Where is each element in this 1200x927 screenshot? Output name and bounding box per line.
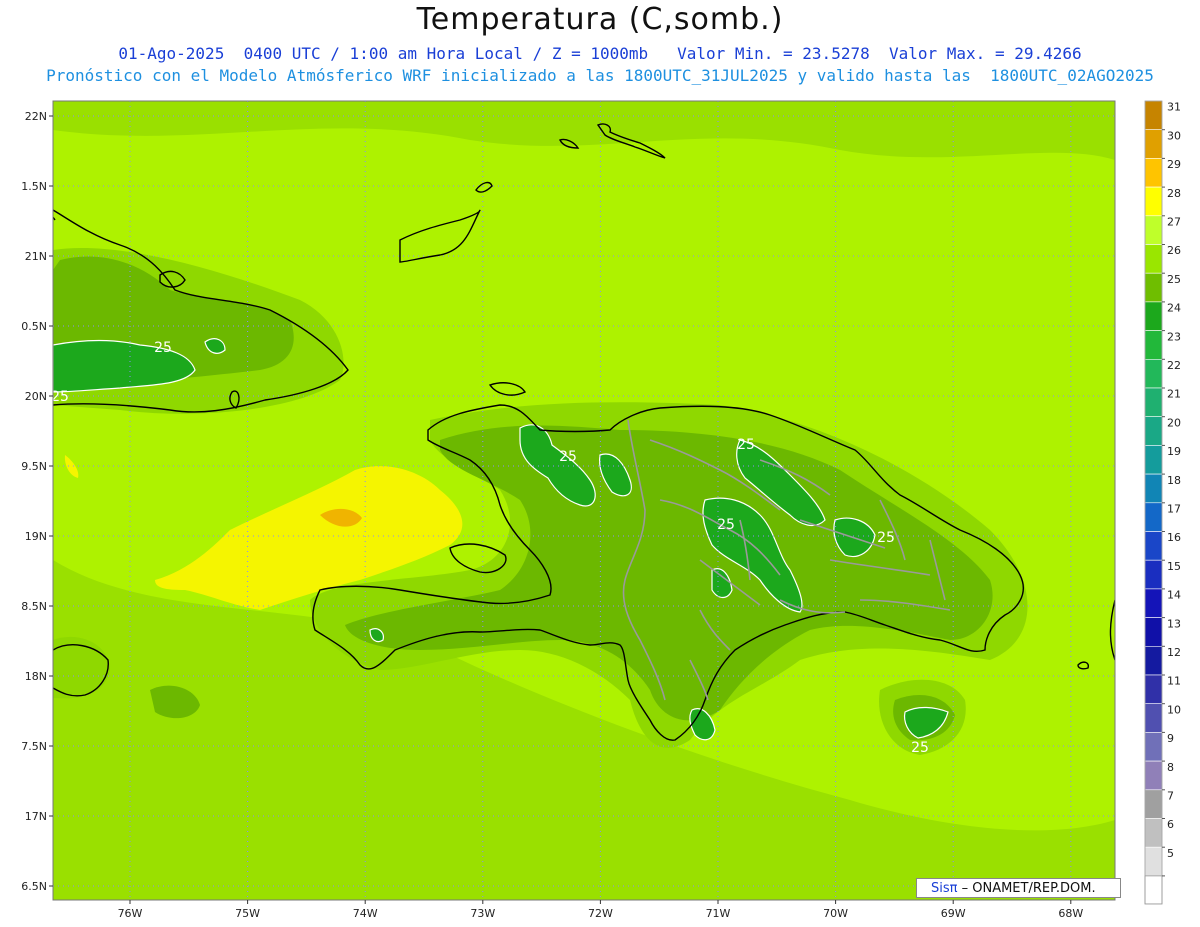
colorbar-label: 8 [1167, 761, 1174, 774]
lat-tick-label: 19N [25, 530, 47, 543]
colorbar-label: 30 [1167, 129, 1181, 142]
contour-label: 25 [877, 530, 895, 546]
colorbar-label: 31 [1167, 101, 1181, 114]
lon-tick-label: 74W [353, 907, 378, 920]
lat-tick-label: 6.5N [21, 880, 47, 893]
colorbar-swatch [1144, 473, 1163, 504]
lon-tick-label: 68W [1058, 907, 1083, 920]
colorbar-swatch [1144, 617, 1163, 647]
colorbar-swatch [1144, 100, 1163, 131]
lat-tick-label: 9.5N [21, 460, 47, 473]
colorbar-label: 9 [1167, 732, 1174, 745]
credit-text: – ONAMET/REP.DOM. [961, 881, 1096, 896]
contour-label: 25 [154, 340, 172, 356]
colorbar-swatch [1144, 760, 1163, 791]
colorbar-label: 11 [1167, 675, 1181, 688]
colorbar-swatch [1144, 588, 1163, 618]
sispi-logo: Sisπ [931, 881, 958, 896]
colorbar-swatch [1144, 272, 1163, 303]
lat-tick-label: 17N [25, 810, 47, 823]
colorbar-label: 15 [1167, 560, 1181, 573]
lat-tick-label: 21N [25, 250, 47, 263]
lat-tick-label: 1.5N [21, 180, 47, 193]
colorbar-label: 13 [1167, 617, 1181, 630]
credit-box: Sisπ – ONAMET/REP.DOM. [916, 878, 1121, 898]
colorbar-swatch [1144, 186, 1163, 217]
colorbar-swatch [1144, 674, 1163, 705]
contour-label: 25 [737, 437, 755, 453]
colorbar-label: 14 [1167, 589, 1181, 602]
lat-tick-label: 0.5N [21, 320, 47, 333]
colorbar-swatch [1144, 732, 1163, 762]
colorbar-swatch [1144, 129, 1163, 159]
coast-cuba-north [53, 216, 56, 221]
lon-tick-label: 75W [235, 907, 260, 920]
colorbar-swatch [1144, 215, 1163, 245]
colorbar-swatch [1144, 158, 1163, 188]
lat-tick-label: 18N [25, 670, 47, 683]
contour-label: 25 [51, 389, 69, 405]
colorbar-swatch [1144, 645, 1163, 676]
contour-label: 25 [559, 449, 577, 465]
colorbar-label: 19 [1167, 445, 1181, 458]
colorbar-swatch [1144, 789, 1163, 819]
colorbar-label: 24 [1167, 302, 1181, 315]
colorbar-swatch [1144, 502, 1163, 532]
colorbar-swatch [1144, 846, 1163, 877]
colorbar-swatch [1144, 358, 1163, 389]
lat-tick-label: 20N [25, 390, 47, 403]
colorbar-swatch [1144, 387, 1163, 418]
lon-tick-label: 69W [941, 907, 966, 920]
colorbar-swatch [1144, 244, 1163, 274]
colorbar-swatch [1144, 330, 1163, 360]
colorbar-label: 23 [1167, 330, 1181, 343]
lat-tick-label: 7.5N [21, 740, 47, 753]
lat-tick-label: 22N [25, 110, 47, 123]
colorbar-swatch [1144, 703, 1163, 733]
latitude-axis: 22N 1.5N 21N 0.5N 20N 9.5N 19N 8.5N 18N 7.5N 17N 6.… [21, 110, 53, 893]
colorbar-label: 28 [1167, 187, 1181, 200]
contour-label: 25 [717, 517, 735, 533]
colorbar-label: 18 [1167, 474, 1181, 487]
colorbar-label: 17 [1167, 503, 1181, 516]
lon-tick-label: 70W [823, 907, 848, 920]
colorbar-label: 16 [1167, 531, 1181, 544]
contour-label: 25 [911, 740, 929, 756]
lon-tick-label: 71W [706, 907, 731, 920]
colorbar-label: 7 [1167, 790, 1174, 803]
colorbar-swatch [1144, 818, 1163, 848]
colorbar: 31 30 29 28 27 26 25 24 23 22 21 20 19 18 17 16 15 14 13 12… [1144, 100, 1181, 905]
colorbar-label: 26 [1167, 244, 1181, 257]
colorbar-swatch [1144, 301, 1163, 331]
lon-tick-label: 72W [588, 907, 613, 920]
colorbar-label: 22 [1167, 359, 1181, 372]
colorbar-label: 29 [1167, 158, 1181, 171]
colorbar-label: 5 [1167, 847, 1174, 860]
colorbar-label: 27 [1167, 216, 1181, 229]
colorbar-swatch [1144, 531, 1163, 561]
colorbar-swatch [1144, 416, 1163, 446]
colorbar-label: 25 [1167, 273, 1181, 286]
temperature-field [53, 101, 1115, 900]
colorbar-swatch [1144, 445, 1163, 475]
lon-tick-label: 76W [118, 907, 143, 920]
temperature-map: 25 25 25 25 25 25 25 22N 1.5N 21N 0.5N 20N 9.… [21, 100, 1181, 920]
colorbar-label: 20 [1167, 416, 1181, 429]
colorbar-swatch [1144, 875, 1163, 905]
colorbar-label: 12 [1167, 646, 1181, 659]
lat-tick-label: 8.5N [21, 600, 47, 613]
colorbar-swatch [1144, 559, 1163, 590]
longitude-axis: 76W 75W 74W 73W 72W 71W 70W 69W 68W [118, 900, 1083, 920]
colorbar-label: 10 [1167, 703, 1181, 716]
lon-tick-label: 73W [470, 907, 495, 920]
colorbar-label: 6 [1167, 818, 1174, 831]
colorbar-label: 21 [1167, 388, 1181, 401]
